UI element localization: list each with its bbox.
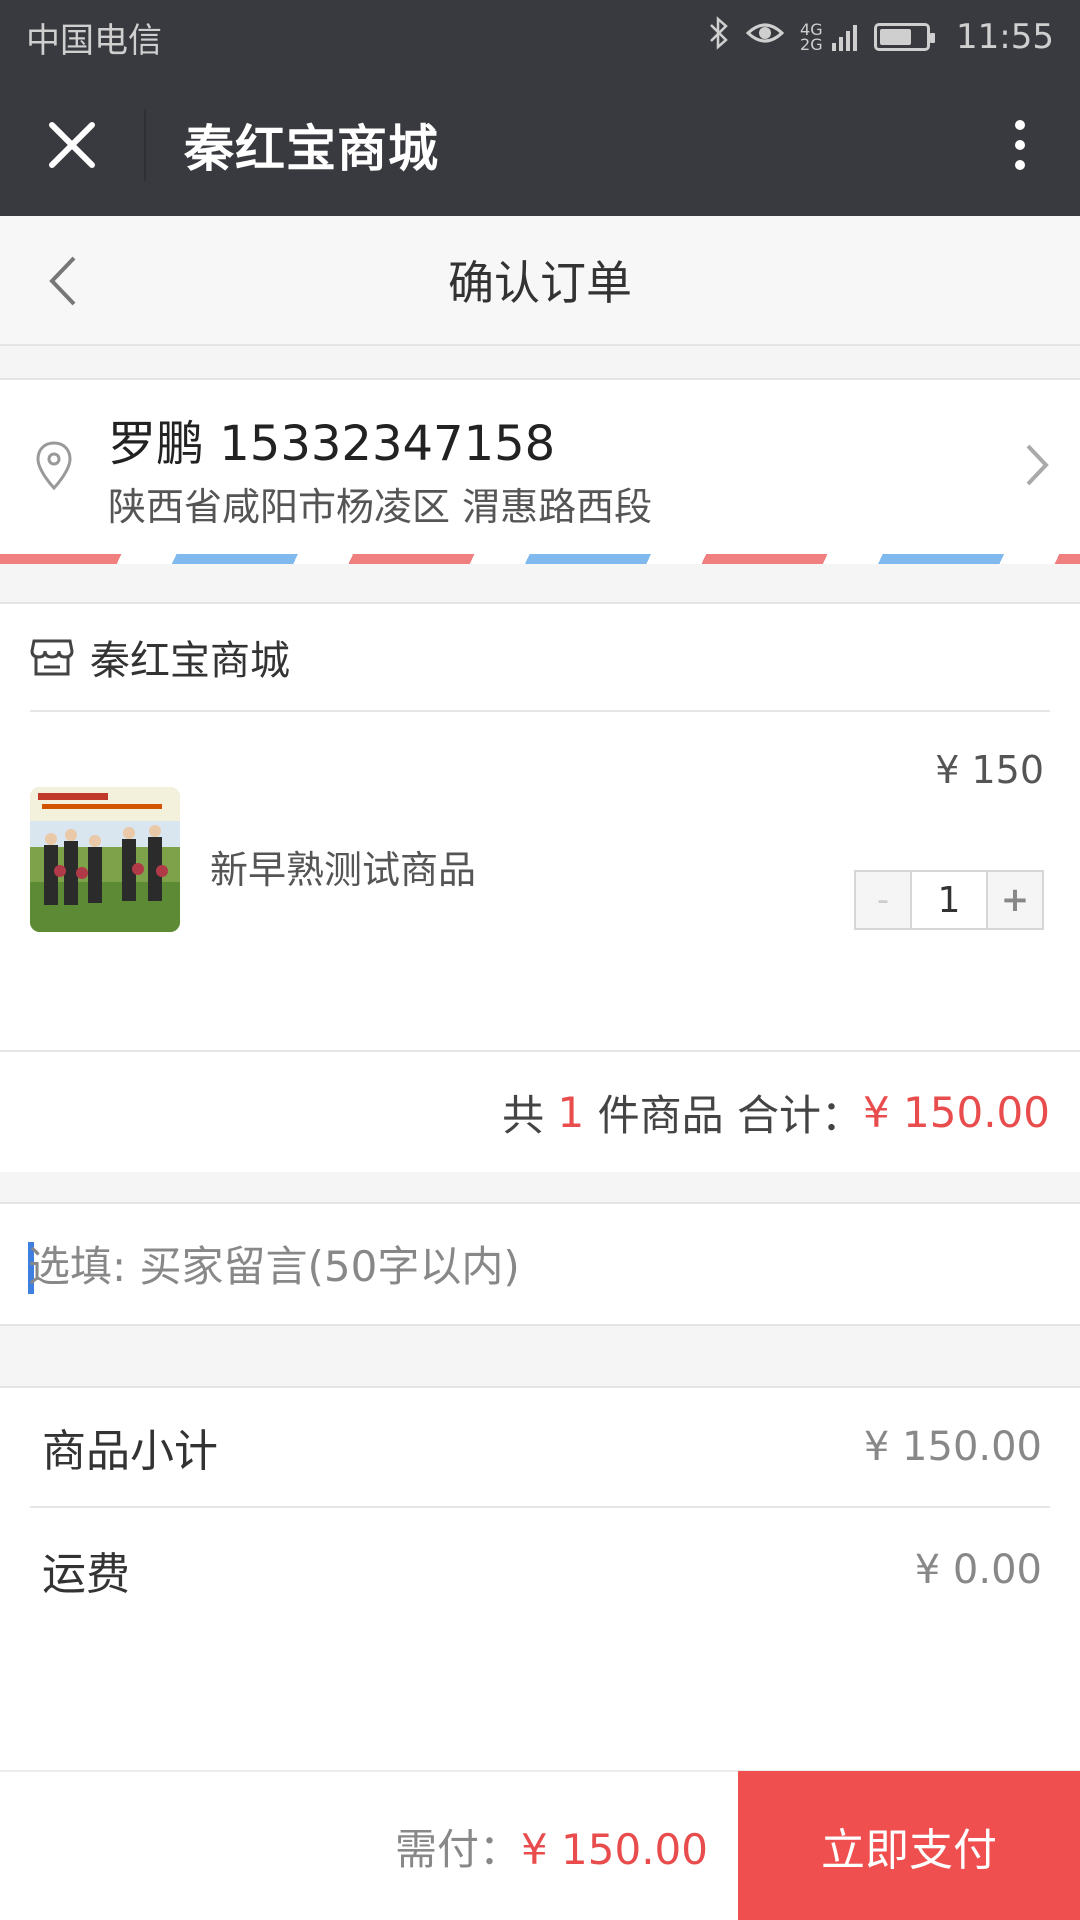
price-summary: 商品小计 ¥ 150.00 运费 ¥ 0.00 bbox=[0, 1386, 1080, 1770]
order-confirm-page: 中国电信 4G 2G 11:55 秦红宝商城 确认订单 罗鹏 153323471… bbox=[0, 0, 1080, 1920]
recipient-name-phone: 罗鹏 15332347158 bbox=[108, 416, 556, 472]
shop-name: 秦红宝商城 bbox=[90, 638, 290, 684]
status-bar: 中国电信 4G 2G 11:55 bbox=[0, 0, 1080, 74]
decrease-quantity-button[interactable]: - bbox=[856, 872, 912, 928]
shop-order-card: 秦红宝商城 新早熟测试商品 ¥ 150 - 1 + 共 1 件商品 合计： ¥ … bbox=[0, 602, 1080, 1172]
time-label: 11:55 bbox=[956, 17, 1054, 57]
more-dot-icon bbox=[1015, 120, 1025, 130]
bluetooth-icon bbox=[708, 16, 730, 58]
product-price: ¥ 150 bbox=[935, 748, 1044, 792]
subtotal-value: ¥ 150.00 bbox=[863, 1424, 1042, 1470]
subtotal-row: 商品小计 ¥ 150.00 bbox=[30, 1388, 1050, 1508]
item-count: 1 bbox=[557, 1087, 585, 1137]
total-amount: ¥ 150.00 bbox=[862, 1087, 1050, 1137]
back-button[interactable] bbox=[28, 244, 98, 318]
more-dot-icon bbox=[1015, 140, 1025, 150]
subtotal-label: 商品小计 bbox=[42, 1426, 218, 1477]
page-header: 确认订单 bbox=[0, 216, 1080, 346]
more-dot-icon bbox=[1015, 160, 1025, 170]
chevron-left-icon bbox=[49, 256, 76, 306]
shipping-row: 运费 ¥ 0.00 bbox=[30, 1510, 1050, 1630]
shipping-value: ¥ 0.00 bbox=[914, 1547, 1042, 1593]
quantity-stepper: - 1 + bbox=[854, 870, 1044, 930]
close-icon bbox=[49, 122, 95, 168]
nav-title: 秦红宝商城 bbox=[184, 120, 439, 178]
airmail-stripe-divider bbox=[0, 554, 1080, 564]
battery-icon bbox=[874, 23, 936, 51]
recipient-address: 陕西省咸阳市杨凌区 渭惠路西段 bbox=[108, 485, 653, 529]
store-icon bbox=[30, 639, 74, 676]
product-thumbnail[interactable] bbox=[30, 787, 180, 932]
close-button[interactable] bbox=[0, 74, 144, 216]
pay-now-button[interactable]: 立即支付 bbox=[738, 1771, 1080, 1920]
status-icons: 4G 2G 11:55 bbox=[708, 16, 1054, 58]
eye-icon bbox=[745, 19, 785, 55]
webview-nav-bar: 秦红宝商城 bbox=[0, 74, 1080, 216]
buyer-message-section bbox=[0, 1202, 1080, 1326]
more-menu-button[interactable] bbox=[960, 74, 1080, 216]
total-prefix: 共 bbox=[502, 1090, 558, 1140]
total-middle: 件商品 合计： bbox=[584, 1090, 863, 1140]
location-pin-icon bbox=[36, 441, 72, 491]
buyer-message-input[interactable] bbox=[28, 1228, 1028, 1304]
amount-due-label: 需付： bbox=[394, 1824, 521, 1874]
network-label: 4G 2G bbox=[800, 20, 823, 54]
quantity-value[interactable]: 1 bbox=[912, 872, 986, 928]
checkout-bar: 需付：¥ 150.00 立即支付 bbox=[0, 1770, 1080, 1920]
amount-due-value: ¥ 150.00 bbox=[520, 1824, 708, 1874]
shop-header: 秦红宝商城 bbox=[30, 604, 1050, 712]
page-title: 确认订单 bbox=[448, 256, 632, 310]
signal-icon: 4G 2G bbox=[800, 20, 858, 54]
product-name[interactable]: 新早熟测试商品 bbox=[210, 839, 476, 894]
carrier-label: 中国电信 bbox=[26, 20, 162, 61]
amount-due: 需付：¥ 150.00 bbox=[395, 1816, 708, 1877]
chevron-right-icon bbox=[1026, 444, 1049, 486]
address-selector[interactable]: 罗鹏 15332347158 陕西省咸阳市杨凌区 渭惠路西段 bbox=[0, 378, 1080, 554]
shipping-label: 运费 bbox=[42, 1549, 130, 1600]
nav-divider bbox=[144, 109, 146, 181]
shop-total-row: 共 1 件商品 合计： ¥ 150.00 bbox=[0, 1050, 1080, 1172]
increase-quantity-button[interactable]: + bbox=[986, 872, 1042, 928]
